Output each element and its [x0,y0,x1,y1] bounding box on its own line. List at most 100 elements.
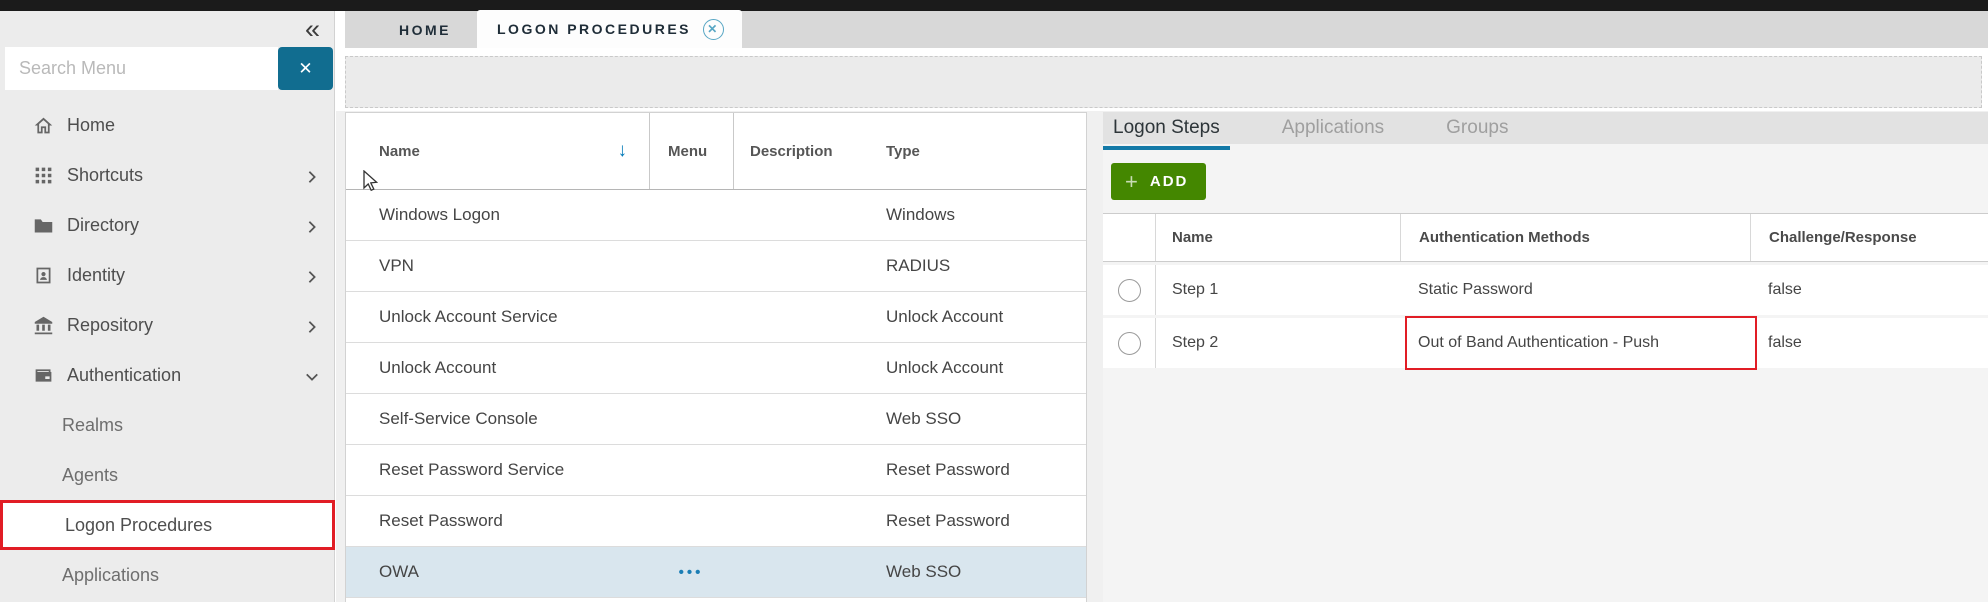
tab-logon-steps[interactable]: Logon Steps [1113,117,1220,139]
folder-icon [33,215,54,236]
column-header-step-name: Name [1155,214,1400,261]
tab-groups[interactable]: Groups [1446,117,1508,139]
column-header-challenge-response: Challenge/Response [1750,214,1988,261]
radio-button[interactable] [1118,332,1141,355]
cell-auth-methods: Static Password [1400,265,1750,315]
sidebar-item-label: Directory [67,215,139,236]
detail-tab-bar: Logon Steps Applications Groups [1103,112,1988,144]
sidebar-item-directory[interactable]: Directory [0,200,335,250]
search-input[interactable] [5,47,278,90]
cell-type: Unlock Account [868,307,1086,327]
tab-label: HOME [399,22,451,38]
cell-text: Step 1 [1172,281,1218,299]
sidebar-item-label: Applications [62,565,159,586]
sidebar-item-label: Shortcuts [67,165,143,186]
add-button-label: ADD [1150,173,1189,190]
sidebar-item-label: Realms [62,415,123,436]
column-header-description[interactable]: Description [733,113,868,189]
cell-type: Web SSO [868,562,1086,582]
steps-header-row: Name Authentication Methods Challenge/Re… [1103,213,1988,262]
top-title-bar [0,0,1988,11]
cell-type: Unlock Account [868,358,1086,378]
table-row-unlock-account[interactable]: Unlock Account Unlock Account [346,343,1086,394]
sidebar-item-label: Logon Procedures [65,515,212,536]
table-row-reset-password-service[interactable]: Reset Password Service Reset Password [346,445,1086,496]
table-row-owa[interactable]: OWA ••• Web SSO [346,547,1086,598]
column-header-name[interactable]: Name ↓ [346,113,649,189]
sidebar-item-logon-procedures[interactable]: Logon Procedures [0,500,335,550]
bank-icon [33,315,54,336]
column-label: Type [886,143,920,160]
sidebar-collapse-icon[interactable]: « [305,16,320,43]
cell-name: Unlock Account Service [346,307,649,327]
sidebar-item-label: Repository [67,315,153,336]
sidebar-item-authentication[interactable]: Authentication [0,350,335,400]
table-row-windows-logon[interactable]: Windows Logon Windows [346,190,1086,241]
table-row-unlock-account-service[interactable]: Unlock Account Service Unlock Account [346,292,1086,343]
wallet-icon [33,365,54,386]
plus-icon: + [1125,171,1140,193]
tab-home[interactable]: HOME [373,11,477,48]
sidebar-search: ✕ [5,47,333,90]
sidebar-item-identity[interactable]: Identity [0,250,335,300]
layout-drop-zone [345,56,1982,108]
cell-type: Windows [868,205,1086,225]
sidebar-item-realms[interactable]: Realms [0,400,335,450]
cell-name: Windows Logon [346,205,649,225]
cell-text: Out of Band Authentication - Push [1418,334,1659,352]
cell-text: false [1768,281,1802,298]
window-tab-bar: HOME LOGON PROCEDURES ✕ [345,11,1988,48]
column-header-type[interactable]: Type [868,113,1086,189]
column-header-menu[interactable]: Menu [649,113,733,189]
sidebar-item-label: Agents [62,465,118,486]
cell-name: Reset Password [346,511,649,531]
cell-name: Self-Service Console [346,409,649,429]
radio-button[interactable] [1118,279,1141,302]
tab-close-icon[interactable]: ✕ [703,19,724,40]
add-button[interactable]: + ADD [1111,163,1206,200]
chevron-right-icon [305,268,319,282]
cell-type: Reset Password [868,460,1086,480]
cell-text: Static Password [1418,281,1533,299]
cell-type: Reset Password [868,511,1086,531]
tab-label: LOGON PROCEDURES [497,21,691,37]
detail-panel: Logon Steps Applications Groups + ADD Na… [1103,112,1988,602]
cell-auth-methods: Out of Band Authentication - Push [1400,318,1750,368]
table-row-vpn[interactable]: VPN RADIUS [346,241,1086,292]
column-label: Description [750,143,833,160]
cell-name: VPN [346,256,649,276]
sidebar: « ✕ Home Shortcuts Directory Identity [0,11,335,602]
cell-step-name: Step 2 [1155,318,1400,368]
step-row-2[interactable]: Step 2 Out of Band Authentication - Push… [1103,318,1988,368]
logon-procedures-table: Name ↓ Menu Description Type Windows Log… [345,112,1087,602]
sidebar-item-repository[interactable]: Repository [0,300,335,350]
grid-icon [33,165,54,186]
sidebar-item-agents[interactable]: Agents [0,450,335,500]
cell-type: Web SSO [868,409,1086,429]
tab-logon-procedures[interactable]: LOGON PROCEDURES ✕ [477,10,742,48]
step-row-1[interactable]: Step 1 Static Password false [1103,265,1988,315]
search-clear-button[interactable]: ✕ [278,47,333,90]
column-header-auth-methods: Authentication Methods [1400,214,1750,261]
active-tab-underline [1103,146,1230,150]
cell-name: Unlock Account [346,358,649,378]
table-row-self-service-console[interactable]: Self-Service Console Web SSO [346,394,1086,445]
sidebar-item-home[interactable]: Home [0,100,335,150]
cell-step-name: Step 1 [1155,265,1400,315]
column-label: Authentication Methods [1419,229,1590,246]
sidebar-item-shortcuts[interactable]: Shortcuts [0,150,335,200]
logon-steps-table: Name Authentication Methods Challenge/Re… [1103,213,1988,368]
home-icon [33,115,54,136]
sidebar-item-label: Authentication [67,365,181,386]
sidebar-menu: Home Shortcuts Directory Identity Reposi… [0,100,335,600]
row-actions-ellipsis-icon[interactable]: ••• [649,564,733,581]
chevron-down-icon [305,368,319,382]
cell-type: RADIUS [868,256,1086,276]
tab-applications[interactable]: Applications [1282,117,1384,139]
column-label: Name [379,143,420,160]
table-row-reset-password[interactable]: Reset Password Reset Password [346,496,1086,547]
column-label: Menu [668,143,707,160]
id-card-icon [33,265,54,286]
sidebar-item-applications[interactable]: Applications [0,550,335,600]
cell-text: Step 2 [1172,334,1218,352]
